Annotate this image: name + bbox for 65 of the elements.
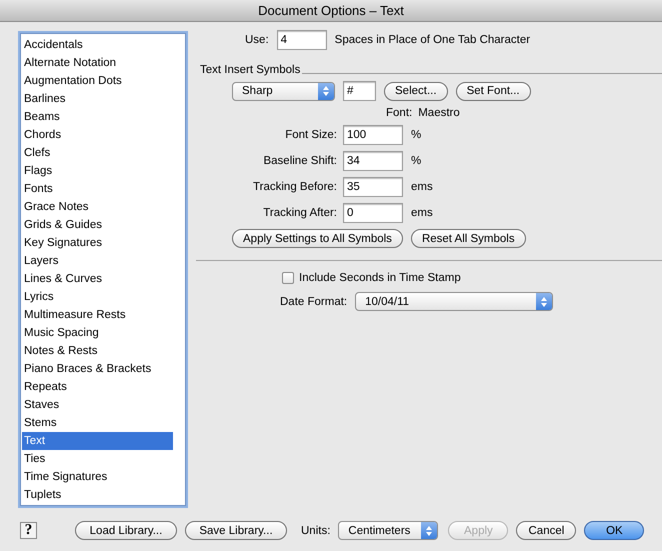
category-item[interactable]: Grids & Guides xyxy=(22,216,173,234)
tab-spaces-label: Spaces in Place of One Tab Character xyxy=(334,34,530,46)
category-item[interactable]: Ties xyxy=(22,450,173,468)
unit-label: % xyxy=(411,155,422,167)
category-item[interactable]: Chords xyxy=(22,126,173,144)
category-item[interactable]: Clefs xyxy=(22,144,173,162)
category-item[interactable]: Fonts xyxy=(22,180,173,198)
value-field[interactable]: 35 xyxy=(343,177,403,197)
library-button[interactable]: Load Library... xyxy=(75,521,177,540)
category-item[interactable]: Layers xyxy=(22,252,173,270)
unit-label: ems xyxy=(411,181,433,193)
category-item[interactable]: Barlines xyxy=(22,90,173,108)
value-field[interactable]: 100 xyxy=(343,125,403,145)
category-item[interactable]: Stems xyxy=(22,414,173,432)
popup-arrows-icon xyxy=(318,82,334,100)
category-item[interactable]: Notes & Rests xyxy=(22,342,173,360)
category-item[interactable]: Augmentation Dots xyxy=(22,72,173,90)
category-item[interactable]: Grace Notes xyxy=(22,198,173,216)
dialog-button[interactable]: Cancel xyxy=(516,521,576,540)
unit-label: ems xyxy=(411,207,433,219)
symbol-button[interactable]: Set Font... xyxy=(456,82,531,100)
category-item[interactable]: Flags xyxy=(22,162,173,180)
library-button[interactable]: Save Library... xyxy=(185,521,287,540)
value-field[interactable]: 0 xyxy=(343,203,403,223)
popup-arrows-icon xyxy=(536,293,552,310)
unit-label: % xyxy=(411,129,422,141)
category-item[interactable]: Lines & Curves xyxy=(22,270,173,288)
popup-arrows-icon xyxy=(421,522,438,539)
symbol-field[interactable]: # xyxy=(343,81,376,101)
category-item[interactable]: Multimeasure Rests xyxy=(22,306,173,324)
use-label: Use: xyxy=(245,34,269,46)
date-format-label: Date Format: xyxy=(280,296,348,308)
category-item[interactable]: Piano Braces & Brackets xyxy=(22,360,173,378)
date-format-popup[interactable]: 10/04/11 xyxy=(355,292,554,311)
symbols-button[interactable]: Apply Settings to All Symbols xyxy=(232,229,403,248)
seconds-checkbox[interactable] xyxy=(282,272,294,284)
category-item[interactable]: Music Spacing xyxy=(22,324,173,342)
units-label: Units: xyxy=(301,524,330,536)
symbols-button[interactable]: Reset All Symbols xyxy=(410,229,526,248)
category-item[interactable]: Repeats xyxy=(22,378,173,396)
category-item[interactable]: Beams xyxy=(22,108,173,126)
category-item[interactable]: Alternate Notation xyxy=(22,54,173,72)
dialog-button[interactable]: OK xyxy=(584,521,644,540)
font-label: Font: xyxy=(386,107,412,119)
category-item[interactable]: Lyrics xyxy=(22,288,173,306)
category-item[interactable]: Key Signatures xyxy=(22,234,173,252)
category-item[interactable]: Text xyxy=(22,432,173,450)
symbol-popup[interactable]: Sharp xyxy=(232,82,335,100)
checkbox-label: Include Seconds in Time Stamp xyxy=(299,272,461,284)
symbol-button[interactable]: Select... xyxy=(384,82,448,100)
category-item[interactable]: Tuplets xyxy=(22,486,173,504)
help-button[interactable]: ? xyxy=(20,522,37,539)
section-heading: Text Insert Symbols xyxy=(200,64,300,76)
field-label: Tracking After: xyxy=(262,207,337,219)
category-item[interactable]: Time Signatures xyxy=(22,468,173,486)
window-title: Document Options – Text xyxy=(258,3,404,18)
category-item[interactable]: Staves xyxy=(22,396,173,414)
units-popup[interactable]: Centimeters xyxy=(338,521,438,540)
tab-spaces-field[interactable]: 4 xyxy=(276,30,327,50)
value-field[interactable]: 34 xyxy=(343,151,403,171)
font-name: Maestro xyxy=(418,107,460,119)
field-label: Tracking Before: xyxy=(252,181,337,193)
field-label: Baseline Shift: xyxy=(262,155,337,167)
field-label: Font Size: xyxy=(284,129,337,141)
category-item[interactable]: Accidentals xyxy=(22,36,173,54)
